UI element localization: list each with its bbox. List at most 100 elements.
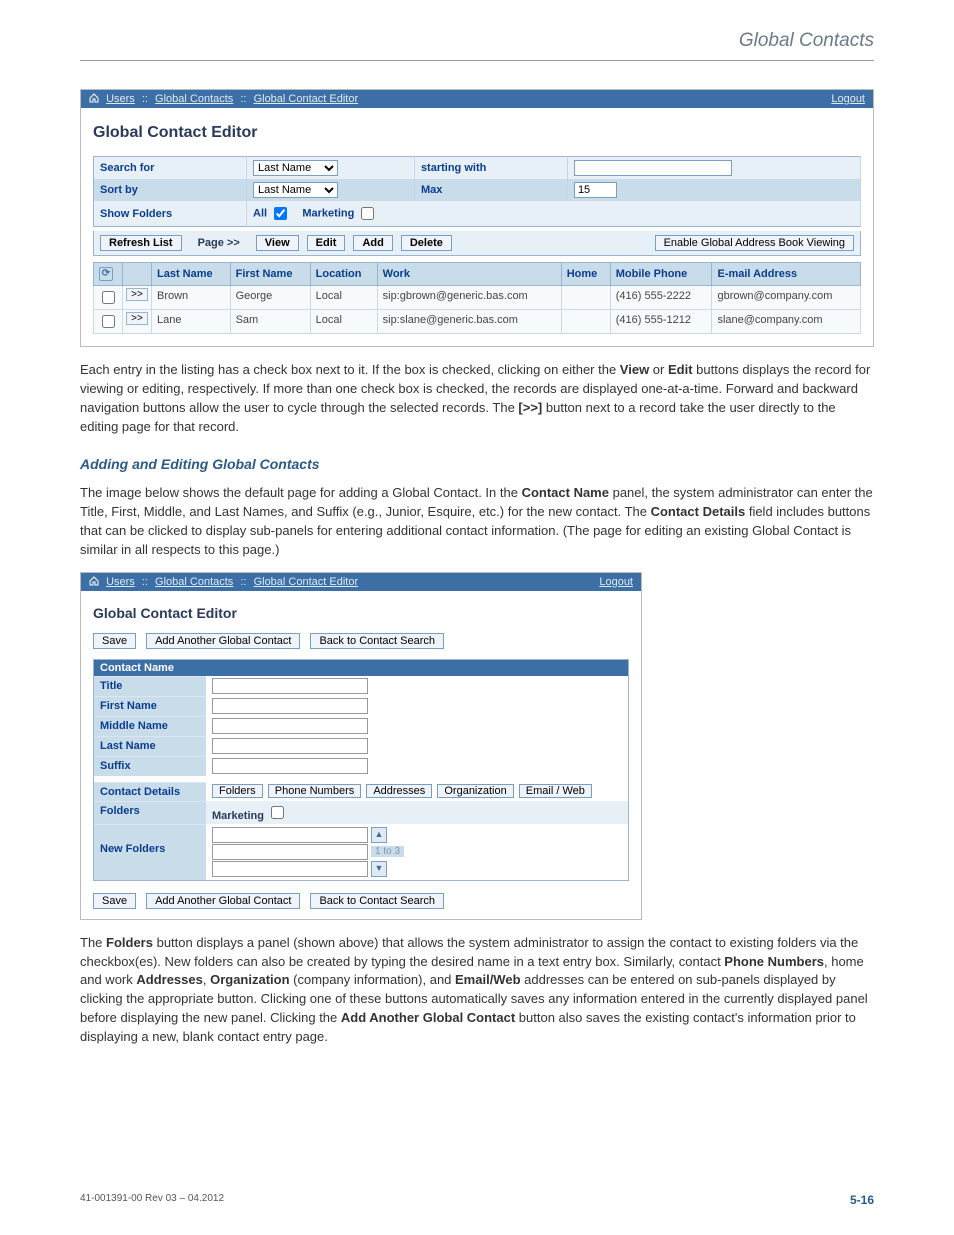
col-mobile: Mobile Phone: [610, 263, 712, 286]
details-email-button[interactable]: Email / Web: [519, 784, 592, 798]
col-first: First Name: [230, 263, 310, 286]
row-goto-button[interactable]: >>: [126, 312, 148, 325]
checkbox-marketing[interactable]: [361, 207, 374, 220]
add-another-button[interactable]: Add Another Global Contact: [146, 633, 300, 649]
cell-work: sip:gbrown@generic.bas.com: [377, 286, 561, 310]
col-email: E-mail Address: [712, 263, 861, 286]
crumb-editor[interactable]: Global Contact Editor: [254, 576, 359, 588]
cell-last: Brown: [152, 286, 231, 310]
folders-marketing-label: Marketing: [212, 810, 264, 822]
footer-page-number: 5-16: [850, 1193, 874, 1207]
col-home: Home: [561, 263, 610, 286]
table-row: >> Lane Sam Local sip:slane@generic.bas.…: [94, 310, 861, 334]
starting-with-input[interactable]: [574, 160, 732, 176]
expand-down-icon[interactable]: ▼: [371, 861, 387, 877]
suffix-input[interactable]: [212, 758, 368, 774]
new-folder-range: 1 to 3: [371, 846, 404, 857]
details-addresses-button[interactable]: Addresses: [366, 784, 432, 798]
delete-button[interactable]: Delete: [401, 235, 452, 251]
back-to-search-button-bottom[interactable]: Back to Contact Search: [310, 893, 444, 909]
cell-home: [561, 310, 610, 334]
crumb-users[interactable]: Users: [106, 576, 135, 588]
paragraph-folders-help: The Folders button displays a panel (sho…: [80, 934, 874, 1047]
view-button[interactable]: View: [256, 235, 299, 251]
add-button[interactable]: Add: [353, 235, 392, 251]
row-checkbox[interactable]: [102, 315, 115, 328]
paragraph-listing-help: Each entry in the listing has a check bo…: [80, 361, 874, 436]
page-section-title: Global Contacts: [80, 30, 874, 52]
label-max: Max: [414, 179, 567, 201]
details-folders-button[interactable]: Folders: [212, 784, 263, 798]
label-new-folders: New Folders: [94, 824, 206, 880]
table-row: >> Brown George Local sip:gbrown@generic…: [94, 286, 861, 310]
cell-email: slane@company.com: [712, 310, 861, 334]
new-folder-input-2[interactable]: [212, 844, 368, 860]
back-to-search-button[interactable]: Back to Contact Search: [310, 633, 444, 649]
label-search-for: Search for: [94, 157, 247, 180]
label-all: All: [253, 207, 267, 219]
max-input[interactable]: [574, 182, 617, 198]
page-forward-label[interactable]: Page >>: [190, 236, 248, 250]
title-input[interactable]: [212, 678, 368, 694]
middle-name-input[interactable]: [212, 718, 368, 734]
footer-revision: 41-001391-00 Rev 03 – 04.2012: [80, 1193, 224, 1207]
first-name-input[interactable]: [212, 698, 368, 714]
enable-viewing-button[interactable]: Enable Global Address Book Viewing: [655, 235, 854, 251]
last-name-input[interactable]: [212, 738, 368, 754]
col-last: Last Name: [152, 263, 231, 286]
crumb-editor[interactable]: Global Contact Editor: [254, 93, 359, 105]
screenshot-contact-editor: Users :: Global Contacts :: Global Conta…: [80, 572, 642, 920]
label-folders: Folders: [94, 801, 206, 824]
label-starting-with: starting with: [414, 157, 567, 180]
logout-link[interactable]: Logout: [599, 576, 633, 588]
crumb-users[interactable]: Users: [106, 93, 135, 105]
label-middle-name: Middle Name: [94, 716, 206, 736]
breadcrumb-bar: Users :: Global Contacts :: Global Conta…: [81, 90, 873, 108]
col-location: Location: [310, 263, 377, 286]
sort-field-select[interactable]: Last Name: [253, 182, 338, 198]
label-title: Title: [94, 676, 206, 696]
save-button[interactable]: Save: [93, 633, 136, 649]
cell-home: [561, 286, 610, 310]
row-checkbox[interactable]: [102, 291, 115, 304]
cell-loc: Local: [310, 286, 377, 310]
details-phone-button[interactable]: Phone Numbers: [268, 784, 362, 798]
refresh-list-button[interactable]: Refresh List: [100, 235, 182, 251]
cell-work: sip:slane@generic.bas.com: [377, 310, 561, 334]
cell-email: gbrown@company.com: [712, 286, 861, 310]
save-button-bottom[interactable]: Save: [93, 893, 136, 909]
search-grid: Search for Last Name starting with Sort …: [93, 156, 861, 227]
label-sort-by: Sort by: [94, 179, 247, 201]
screenshot-contact-list: Users :: Global Contacts :: Global Conta…: [80, 89, 874, 347]
crumb-global-contacts[interactable]: Global Contacts: [155, 576, 233, 588]
collapse-up-icon[interactable]: ▲: [371, 827, 387, 843]
logout-link[interactable]: Logout: [831, 93, 865, 105]
new-folder-input-1[interactable]: [212, 827, 368, 843]
edit-button[interactable]: Edit: [307, 235, 346, 251]
checkbox-all[interactable]: [274, 207, 287, 220]
col-work: Work: [377, 263, 561, 286]
new-folder-input-3[interactable]: [212, 861, 368, 877]
cell-mobile: (416) 555-2222: [610, 286, 712, 310]
folders-marketing-checkbox[interactable]: [271, 806, 284, 819]
row-goto-button[interactable]: >>: [126, 288, 148, 301]
panel-title: Global Contact Editor: [93, 124, 861, 142]
details-organization-button[interactable]: Organization: [437, 784, 513, 798]
panel-head-contact-name: Contact Name: [94, 660, 628, 676]
panel-title: Global Contact Editor: [93, 605, 629, 621]
cell-first: Sam: [230, 310, 310, 334]
paragraph-add-edit-intro: The image below shows the default page f…: [80, 484, 874, 559]
label-show-folders: Show Folders: [94, 201, 247, 227]
section-subtitle: Adding and Editing Global Contacts: [80, 456, 874, 472]
search-field-select[interactable]: Last Name: [253, 160, 338, 176]
breadcrumb-bar: Users :: Global Contacts :: Global Conta…: [81, 573, 641, 591]
crumb-global-contacts[interactable]: Global Contacts: [155, 93, 233, 105]
cell-loc: Local: [310, 310, 377, 334]
add-another-button-bottom[interactable]: Add Another Global Contact: [146, 893, 300, 909]
home-icon: [89, 576, 99, 586]
label-marketing: Marketing: [302, 207, 354, 219]
label-contact-details: Contact Details: [94, 782, 206, 801]
action-row: Refresh List Page >> View Edit Add Delet…: [93, 231, 861, 256]
home-icon: [89, 93, 99, 103]
refresh-icon[interactable]: ⟳: [99, 267, 113, 281]
